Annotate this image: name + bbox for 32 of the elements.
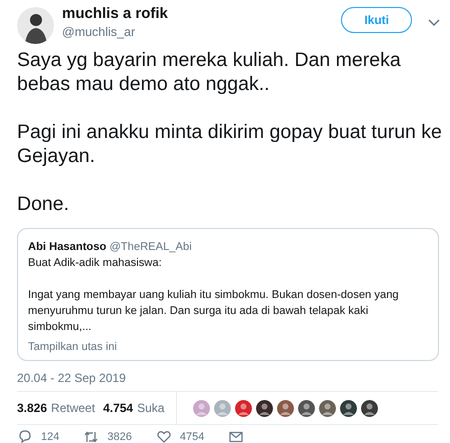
author-handle[interactable]: @muchlis_ar xyxy=(62,23,342,42)
show-thread-link[interactable]: Tampilkan utas ini xyxy=(28,341,117,353)
stat-label[interactable]: Retweet xyxy=(51,399,96,417)
avatar[interactable] xyxy=(17,7,54,44)
stat-label[interactable]: Suka xyxy=(137,399,164,417)
liker-avatar[interactable] xyxy=(340,400,358,416)
stat-count: 4.754 xyxy=(103,400,134,417)
action-count: 3826 xyxy=(107,430,132,443)
envelope-icon[interactable] xyxy=(228,429,244,443)
quoted-author-name: Abi Hasantoso xyxy=(28,241,106,253)
tweet-text: Done. xyxy=(17,192,70,216)
timestamp: 20.04 - 22 Sep 2019 xyxy=(17,370,127,387)
author-name[interactable]: muchlis a rofik xyxy=(62,5,342,23)
liker-avatar[interactable] xyxy=(256,400,274,416)
quoted-author-handle: @TheREAL_Abi xyxy=(109,241,192,253)
liker-avatar[interactable] xyxy=(298,400,316,416)
liker-avatar[interactable] xyxy=(361,400,378,416)
quoted-tweet-text: Buat Adik-adik mahasiswa: xyxy=(28,256,163,271)
heart-icon[interactable] xyxy=(156,429,172,443)
follow-button[interactable]: Ikuti xyxy=(341,7,412,33)
liker-avatar[interactable] xyxy=(319,400,336,416)
tweet-text: Saya yg bayarin mereka kuliah. Dan mereka bebas mau demo ato nggak.. xyxy=(17,48,402,96)
tweet-text: Pagi ini anakku minta dikirim gopay buat turun ke Gejayan. xyxy=(17,120,443,168)
chevron-down-icon[interactable] xyxy=(428,19,440,27)
stat-count: 3.826 xyxy=(17,400,48,417)
liker-avatar[interactable] xyxy=(277,400,294,416)
reply-icon[interactable] xyxy=(17,429,33,443)
quoted-tweet-text: Ingat yang membayar uang kuliah itu simbokmu. Bukan dosen-dosen yang menyuruhmu turun ke jalan. Dan surga itu ada di bawah telapak kaki simbokmu,... xyxy=(28,288,400,335)
quoted-tweet-card[interactable] xyxy=(17,228,439,361)
action-count: 124 xyxy=(41,430,60,443)
retweet-icon[interactable] xyxy=(83,429,100,443)
action-count: 4754 xyxy=(180,430,204,443)
